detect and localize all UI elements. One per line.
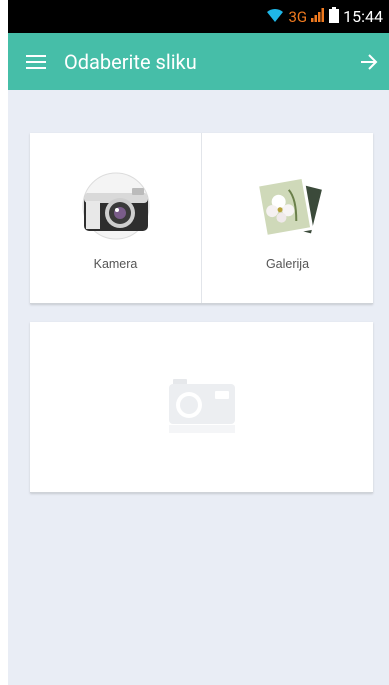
- camera-icon: [76, 171, 156, 245]
- gallery-option[interactable]: Galerija: [201, 133, 373, 303]
- clock: 15:44: [343, 7, 383, 26]
- image-source-card: Kamera Galerija: [30, 133, 373, 304]
- network-type: 3G: [288, 7, 308, 26]
- page-title: Odaberite sliku: [64, 49, 197, 74]
- hamburger-menu-icon[interactable]: [26, 54, 46, 70]
- gallery-photos-icon: [248, 171, 328, 245]
- status-bar: 3G 15:44: [8, 0, 389, 33]
- app-bar: Odaberite sliku: [8, 33, 389, 90]
- wifi-icon: [265, 7, 285, 27]
- camera-option-label: Kamera: [93, 257, 138, 271]
- battery-icon: [329, 6, 340, 27]
- camera-placeholder-icon: [167, 375, 237, 439]
- app-screen: 3G 15:44 Odaberite sliku Kamera Galerija: [8, 0, 389, 685]
- camera-option[interactable]: Kamera: [30, 133, 201, 303]
- gallery-option-label: Galerija: [265, 257, 310, 271]
- image-preview-card[interactable]: [30, 322, 373, 493]
- arrow-right-icon[interactable]: [359, 53, 379, 71]
- signal-icon: [311, 7, 325, 26]
